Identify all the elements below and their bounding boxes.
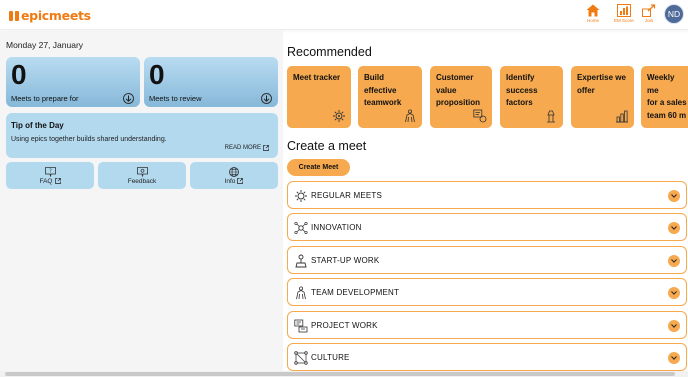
meets-to-review-card[interactable]: 0 Meets to review	[144, 57, 278, 107]
rec-card-title: Weekly me for a sales team 60 m	[647, 73, 687, 120]
feedback-button[interactable]: Feedback	[98, 162, 186, 189]
create-meet-heading: Create a meet	[287, 139, 367, 153]
logo-mark-icon	[9, 10, 19, 21]
project-work-icon	[294, 319, 308, 333]
faq-label: FAQ	[39, 177, 53, 185]
category-start-up-work[interactable]: START-UP WORK	[287, 246, 687, 274]
chevron-down-icon[interactable]	[668, 352, 680, 364]
info-label: Info	[224, 177, 236, 185]
rec-card-build-effective-teamwork[interactable]: Build effective teamwork	[358, 66, 422, 128]
rec-card-title: Meet tracker	[293, 73, 341, 82]
nav-join[interactable]: Join	[642, 4, 656, 23]
epicmeets-logo[interactable]: epicmeets	[9, 8, 91, 23]
meets-to-prepare-count: 0	[11, 59, 27, 90]
feedback-label: Feedback	[127, 177, 157, 185]
nav-em-score[interactable]: EM Score	[614, 4, 634, 23]
external-link-icon	[54, 178, 61, 184]
tip-of-the-day: Tip of the Day Using epics together buil…	[6, 113, 278, 158]
horizontal-scrollbar[interactable]	[0, 371, 688, 377]
meets-to-prepare-card[interactable]: 0 Meets to prepare for	[6, 57, 140, 107]
score-icon	[616, 4, 631, 17]
current-date: Monday 27, January	[6, 40, 84, 50]
team-development-icon	[296, 286, 306, 300]
rec-card-title: Expertise we offer	[577, 73, 626, 95]
chevron-down-icon[interactable]	[668, 255, 680, 267]
rec-card-expertise-we-offer[interactable]: Expertise we offer	[571, 66, 634, 128]
value-icon	[473, 109, 487, 123]
nav-join-label: Join	[644, 18, 654, 23]
logo-text: epicmeets	[21, 8, 91, 23]
meets-to-review-label: Meets to review	[149, 94, 202, 103]
meets-to-review-count: 0	[149, 59, 165, 90]
chevron-down-icon[interactable]	[668, 320, 680, 332]
rec-card-title: Identify success factors	[506, 73, 538, 107]
category-label: REGULAR MEETS	[311, 191, 383, 200]
globe-icon	[229, 166, 239, 177]
chevron-down-icon[interactable]	[668, 190, 680, 202]
user-avatar[interactable]: ND	[664, 4, 684, 24]
chevron-down-icon[interactable]	[668, 222, 680, 234]
culture-icon	[294, 351, 308, 365]
team-icon	[405, 109, 415, 123]
rec-card-identify-success-factors[interactable]: Identify success factors	[500, 66, 563, 128]
external-link-icon	[237, 178, 244, 184]
arrow-down-icon[interactable]	[261, 93, 272, 104]
arrow-down-icon[interactable]	[123, 93, 134, 104]
innovation-icon	[294, 221, 308, 235]
nav-home[interactable]: Home	[586, 4, 600, 23]
category-regular-meets[interactable]: REGULAR MEETS	[287, 181, 687, 209]
tip-title: Tip of the Day	[11, 121, 64, 130]
faq-button[interactable]: ? FAQ	[6, 162, 94, 189]
join-icon	[642, 4, 656, 17]
tip-text: Using epics together builds shared under…	[11, 136, 167, 143]
rec-card-customer-value-proposition[interactable]: Customer value proposition	[430, 66, 492, 128]
svg-text:?: ?	[49, 168, 52, 174]
scrollbar-thumb[interactable]	[5, 372, 675, 376]
rec-card-weekly-meet-sales[interactable]: Weekly me for a sales team 60 m	[641, 66, 688, 128]
read-more-label: READ MORE	[224, 145, 261, 151]
category-label: TEAM DEVELOPMENT	[311, 288, 400, 297]
rec-card-meet-tracker[interactable]: Meet tracker	[287, 66, 351, 128]
category-label: START-UP WORK	[311, 256, 380, 265]
category-label: INNOVATION	[311, 223, 362, 232]
faq-icon: ?	[44, 166, 56, 177]
category-culture[interactable]: CULTURE	[287, 343, 687, 371]
home-icon	[586, 4, 600, 17]
meets-to-prepare-label: Meets to prepare for	[11, 94, 79, 103]
nav-home-label: Home	[586, 18, 599, 23]
regular-meets-icon	[295, 190, 307, 202]
startup-icon	[295, 254, 307, 268]
expertise-icon	[616, 110, 628, 123]
top-bar: epicmeets Home EM Score Join ND	[0, 0, 688, 30]
category-label: CULTURE	[311, 353, 350, 362]
category-project-work[interactable]: PROJECT WORK	[287, 311, 687, 339]
tracker-icon	[333, 110, 345, 122]
success-icon	[547, 110, 555, 123]
category-team-development[interactable]: TEAM DEVELOPMENT	[287, 278, 687, 306]
external-link-icon	[263, 145, 269, 151]
chevron-down-icon[interactable]	[668, 287, 680, 299]
nav-score-label: EM Score	[614, 18, 634, 23]
category-innovation[interactable]: INNOVATION	[287, 213, 687, 241]
create-meet-button[interactable]: Create Meet	[287, 159, 350, 176]
recommended-heading: Recommended	[287, 45, 372, 59]
rec-card-title: Build effective teamwork	[364, 73, 402, 107]
rec-card-title: Customer value proposition	[436, 73, 480, 107]
read-more-link[interactable]: READ MORE	[225, 145, 269, 151]
category-label: PROJECT WORK	[311, 321, 378, 330]
info-button[interactable]: Info	[190, 162, 278, 189]
feedback-icon	[136, 166, 148, 177]
